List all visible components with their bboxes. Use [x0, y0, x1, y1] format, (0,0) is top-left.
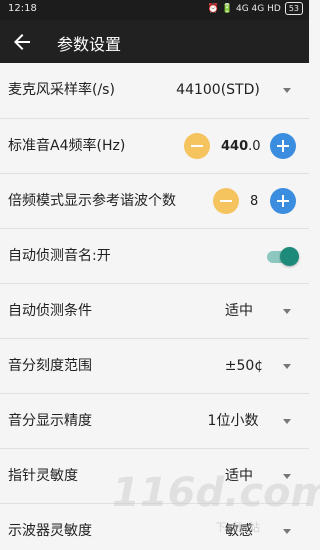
watermark-subtitle: 下载站 [215, 521, 266, 534]
status-indicators: ⏰ 🔋 4G 4G HD [207, 3, 281, 14]
status-time: 12:18 [8, 3, 37, 14]
watermark-logo: 116d.com [112, 470, 320, 516]
increment-button[interactable] [270, 133, 296, 159]
decrement-button[interactable] [213, 188, 239, 214]
setting-harmonic-count: 倍频模式显示参考谐波个数 8 [0, 174, 309, 229]
setting-a4-frequency: 标准音A4频率(Hz) 440.0 [0, 119, 309, 174]
status-bar: 12:18 ⏰ 🔋 4G 4G HD 53 [0, 0, 309, 20]
increment-button[interactable] [270, 188, 296, 214]
setting-label: 麦克风采样率(/s) [8, 82, 115, 98]
setting-label: 自动侦测条件 [8, 303, 92, 319]
setting-label: 音分显示精度 [8, 413, 92, 429]
dropdown-caret-icon[interactable] [283, 309, 291, 314]
dropdown-value[interactable]: 1位小数 [198, 394, 268, 449]
dropdown-value[interactable]: 44100(STD) [172, 63, 264, 118]
setting-label: 自动侦测音名:开 [8, 248, 111, 264]
stepper-value: 440.0 [221, 139, 261, 154]
setting-mic-sample-rate[interactable]: 麦克风采样率(/s) 44100(STD) [0, 63, 309, 119]
setting-cent-precision[interactable]: 音分显示精度 1位小数 [0, 394, 309, 449]
dropdown-caret-icon[interactable] [283, 364, 291, 369]
dropdown-caret-icon[interactable] [283, 88, 291, 93]
setting-label: 示波器灵敏度 [8, 523, 92, 539]
status-icons: ⏰ 🔋 4G 4G HD 53 [208, 2, 303, 15]
arrow-left-icon[interactable] [10, 30, 34, 54]
toggle-thumb[interactable] [280, 247, 299, 266]
setting-cent-scale-range[interactable]: 音分刻度范围 ±50¢ [0, 339, 309, 394]
decrement-button[interactable] [184, 133, 210, 159]
setting-label: 倍频模式显示参考谐波个数 [8, 193, 176, 209]
battery-icon: 53 [284, 2, 303, 15]
dropdown-value[interactable]: ±50¢ [214, 339, 274, 394]
setting-auto-detect-note[interactable]: 自动侦测音名:开 [0, 229, 309, 284]
stepper-value: 8 [250, 194, 259, 209]
dropdown-caret-icon[interactable] [283, 529, 291, 534]
dropdown-caret-icon[interactable] [283, 419, 291, 424]
setting-label: 指针灵敏度 [8, 468, 78, 484]
setting-auto-detect-condition[interactable]: 自动侦测条件 适中 [0, 284, 309, 339]
app-bar: 参数设置 [0, 20, 309, 63]
page-title: 参数设置 [57, 35, 122, 54]
dropdown-value[interactable]: 适中 [214, 284, 264, 339]
setting-label: 标准音A4频率(Hz) [8, 138, 126, 154]
setting-label: 音分刻度范围 [8, 358, 92, 374]
